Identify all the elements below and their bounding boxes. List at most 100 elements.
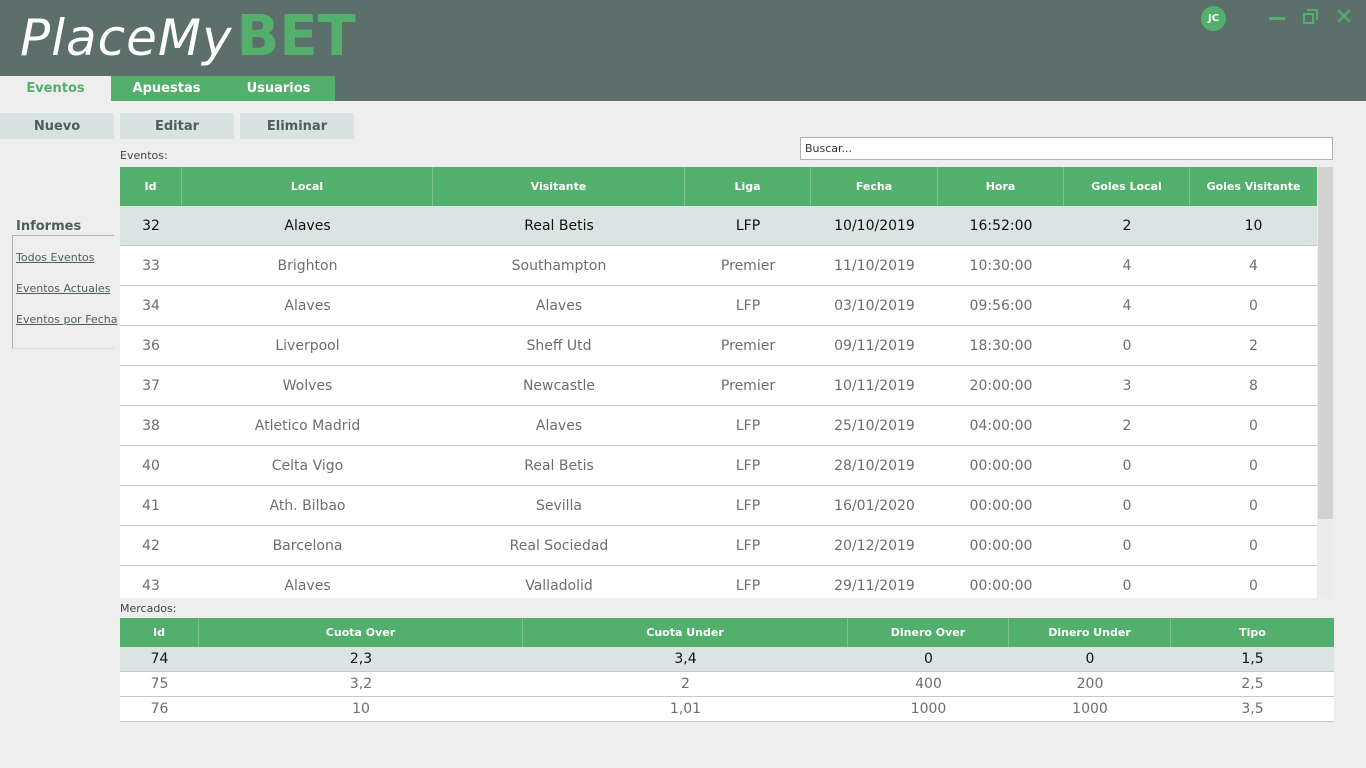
table-row[interactable]: 40 Celta Vigo Real Betis LFP 28/10/2019 00:00… <box>120 446 1317 486</box>
eventos-table-body: 32 Alaves Real Betis LFP 10/10/2019 16:52:00 2… <box>120 206 1317 598</box>
tab-usuarios[interactable]: Usuarios <box>222 76 335 101</box>
table-cell: 1,5 <box>1241 651 1264 667</box>
table-cell: LFP <box>735 457 761 474</box>
table-cell: 11/10/2019 <box>834 257 915 274</box>
table-cell: Southampton <box>511 257 607 274</box>
table-cell: 10 <box>1244 217 1263 234</box>
table-cell: 76 <box>150 701 169 717</box>
tab-apuestas[interactable]: Apuestas <box>111 76 222 101</box>
link-eventos-actuales[interactable]: Eventos Actuales <box>16 282 110 295</box>
table-cell: Alaves <box>284 217 331 234</box>
table-cell: 16:52:00 <box>969 217 1033 234</box>
table-cell: 38 <box>142 417 160 434</box>
table-cell: 0 <box>1085 651 1095 667</box>
table-cell: 00:00:00 <box>969 537 1033 554</box>
table-cell: Premier <box>720 337 776 354</box>
table-cell: 2 <box>681 676 690 692</box>
table-cell: 4 <box>1122 257 1132 274</box>
mercados-col-header[interactable]: Cuota Under <box>523 618 848 647</box>
mercados-table-header: Id Cuota Over Cuota Under Dinero Over Dinero… <box>120 618 1334 647</box>
table-cell: 25/10/2019 <box>834 417 915 434</box>
table-cell: Alaves <box>535 417 583 434</box>
restore-icon[interactable] <box>1301 8 1321 28</box>
table-cell: 3,2 <box>349 676 373 692</box>
table-cell: Celta Vigo <box>271 457 344 474</box>
mercados-col-header[interactable]: Dinero Under <box>1009 618 1171 647</box>
tab-eventos[interactable]: Eventos <box>0 76 111 101</box>
app-header: PlaceMyBET JC ✕ Eventos Apuestas Usuario… <box>0 0 1366 101</box>
table-row[interactable]: 32 Alaves Real Betis LFP 10/10/2019 16:52:00 2… <box>120 206 1317 246</box>
table-row[interactable]: 75 3,2 2 400 200 2,5 <box>120 672 1334 697</box>
table-cell: 2,5 <box>1241 676 1264 692</box>
table-cell: 28/10/2019 <box>834 457 915 474</box>
mercados-table-body: 74 2,3 3,4 0 0 1,5 75 3,2 2 400 200 2,5 76 10 1,01 1000… <box>120 647 1334 722</box>
table-cell: 09/11/2019 <box>834 337 915 354</box>
table-cell: 16/01/2020 <box>834 497 915 514</box>
table-cell: Sevilla <box>535 497 583 514</box>
close-icon[interactable]: ✕ <box>1334 7 1354 29</box>
mercados-col-header[interactable]: Dinero Over <box>848 618 1009 647</box>
table-cell: 0 <box>924 651 933 667</box>
mercados-col-header[interactable]: Id <box>120 618 199 647</box>
table-cell: 32 <box>142 217 160 234</box>
app-logo: PlaceMyBET <box>20 4 356 69</box>
table-cell: 41 <box>142 497 160 514</box>
link-todos-eventos[interactable]: Todos Eventos <box>16 251 95 264</box>
table-cell: Alaves <box>535 297 583 314</box>
main-tabs: Eventos Apuestas Usuarios <box>0 76 335 101</box>
eliminar-button[interactable]: Eliminar <box>240 113 354 139</box>
table-row[interactable]: 76 10 1,01 1000 1000 3,5 <box>120 697 1334 722</box>
table-row[interactable]: 42 Barcelona Real Sociedad LFP 20/12/2019 00:… <box>120 526 1317 566</box>
search-input[interactable] <box>800 137 1333 160</box>
table-cell: 0 <box>1122 337 1132 354</box>
eventos-col-header[interactable]: Fecha <box>811 167 938 206</box>
table-cell: Ath. Bilbao <box>269 497 346 514</box>
table-cell: 2,3 <box>349 651 373 667</box>
table-cell: Real Betis <box>524 217 594 234</box>
table-row[interactable]: 33 Brighton Southampton Premier 11/10/2019 10… <box>120 246 1317 286</box>
table-cell: 34 <box>142 297 160 314</box>
eventos-col-header[interactable]: Hora <box>938 167 1064 206</box>
table-cell: 200 <box>1076 676 1104 692</box>
eventos-col-header[interactable]: Local <box>182 167 433 206</box>
editar-button[interactable]: Editar <box>120 113 234 139</box>
minimize-icon[interactable] <box>1267 8 1287 28</box>
table-row[interactable]: 37 Wolves Newcastle Premier 10/11/2019 20:00:… <box>120 366 1317 406</box>
table-cell: 00:00:00 <box>969 577 1033 594</box>
user-avatar[interactable]: JC <box>1201 6 1226 31</box>
mercados-col-header[interactable]: Tipo <box>1171 618 1334 647</box>
table-row[interactable]: 34 Alaves Alaves LFP 03/10/2019 09:56:00 4 0 <box>120 286 1317 326</box>
table-row[interactable]: 74 2,3 3,4 0 0 1,5 <box>120 647 1334 672</box>
scrollbar-thumb[interactable] <box>1318 167 1333 519</box>
table-cell: 2 <box>1122 417 1132 434</box>
table-cell: 0 <box>1122 537 1132 554</box>
eventos-col-header[interactable]: Visitante <box>433 167 685 206</box>
eventos-col-header[interactable]: Liga <box>685 167 811 206</box>
table-cell: 1,01 <box>669 701 702 717</box>
table-cell: Atletico Madrid <box>254 417 361 434</box>
table-cell: 42 <box>142 537 160 554</box>
nuevo-button[interactable]: Nuevo <box>0 113 114 139</box>
table-cell: 4 <box>1249 257 1258 274</box>
table-cell: 29/11/2019 <box>834 577 915 594</box>
table-cell: 75 <box>150 676 169 692</box>
link-eventos-por-fecha[interactable]: Eventos por Fecha <box>16 313 117 326</box>
table-cell: LFP <box>735 217 761 234</box>
eventos-col-header[interactable]: Goles Visitante <box>1190 167 1317 206</box>
table-cell: Sheff Utd <box>526 337 592 354</box>
table-cell: 3,5 <box>1241 701 1264 717</box>
table-cell: Wolves <box>282 377 333 394</box>
table-cell: Premier <box>720 377 776 394</box>
table-cell: 0 <box>1122 457 1132 474</box>
table-row[interactable]: 43 Alaves Valladolid LFP 29/11/2019 00:00:00 0… <box>120 566 1317 598</box>
table-cell: 10/10/2019 <box>834 217 915 234</box>
eventos-col-header[interactable]: Goles Local <box>1064 167 1190 206</box>
table-cell: 04:00:00 <box>969 417 1033 434</box>
table-row[interactable]: 38 Atletico Madrid Alaves LFP 25/10/2019 04:0… <box>120 406 1317 446</box>
table-row[interactable]: 41 Ath. Bilbao Sevilla LFP 16/01/2020 00:00:0… <box>120 486 1317 526</box>
table-row[interactable]: 36 Liverpool Sheff Utd Premier 09/11/2019 18:… <box>120 326 1317 366</box>
eventos-scrollbar[interactable] <box>1317 167 1333 598</box>
mercados-col-header[interactable]: Cuota Over <box>199 618 523 647</box>
table-cell: Valladolid <box>525 577 593 594</box>
eventos-col-header[interactable]: Id <box>120 167 182 206</box>
